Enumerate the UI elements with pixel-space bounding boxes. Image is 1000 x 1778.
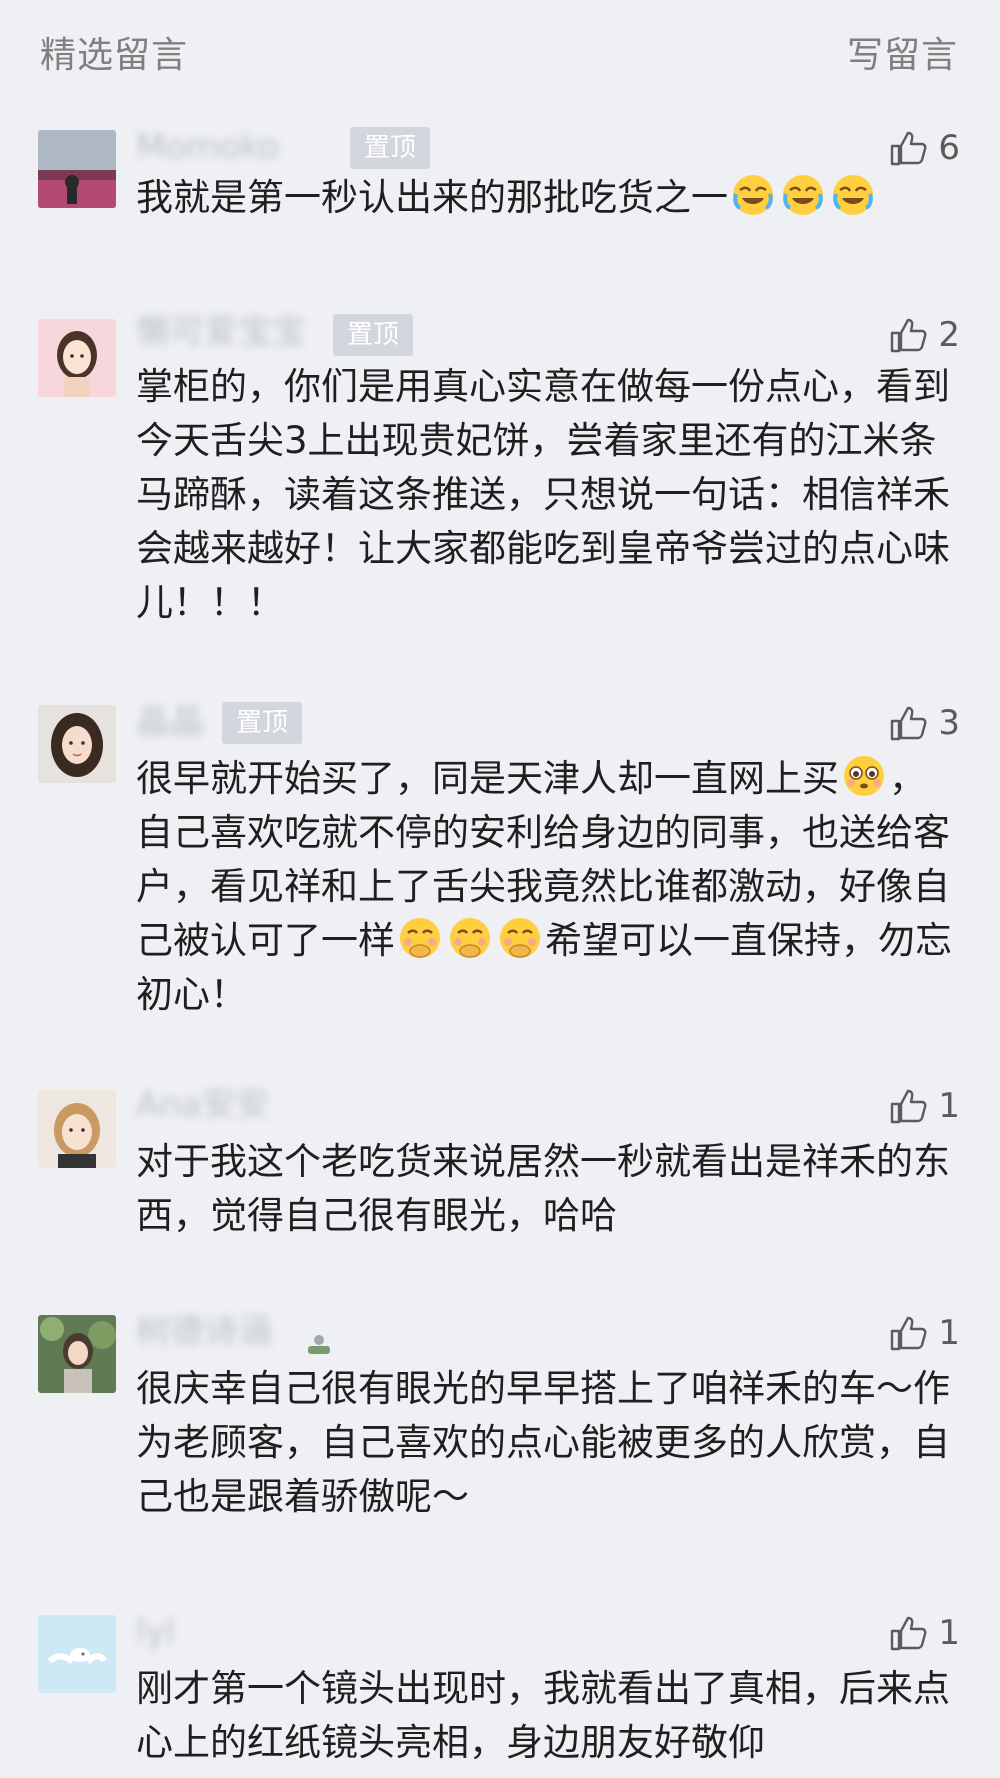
commenter-name: 懒可爱宝宝 (136, 312, 306, 352)
pinned-badge: 置顶 (350, 127, 431, 169)
commenter-name: Ana安安 (136, 1085, 270, 1125)
giggle-emoji-icon (500, 918, 540, 958)
commenter-name-text: 树德诗涵 (136, 1312, 272, 1352)
commenter-name: 树德诗涵 (136, 1310, 272, 1354)
like-count: 1 (938, 1086, 960, 1126)
thumbs-up-icon (891, 1616, 927, 1651)
giggle-emoji-icon (400, 918, 440, 958)
avatar[interactable] (38, 1090, 116, 1168)
comment-text: 对于我这个老吃货来说居然一秒就看出是祥禾的东西，觉得自己很有眼光，哈哈 (136, 1140, 950, 1237)
avatar[interactable] (38, 1315, 116, 1393)
avatar[interactable] (38, 1615, 116, 1693)
thumbs-up-icon (891, 1089, 927, 1124)
like-button[interactable]: 1 (888, 1310, 960, 1356)
like-button[interactable]: 1 (888, 1610, 960, 1656)
comment-text-part: 我就是第一秒认出来的那批吃货之一 (136, 176, 728, 219)
laugh-cry-emoji-icon (833, 175, 873, 215)
comment-text: 我就是第一秒认出来的那批吃货之一 (136, 171, 960, 225)
flushed-emoji-icon (844, 756, 884, 796)
like-button[interactable]: 2 (888, 312, 960, 358)
like-button[interactable]: 1 (888, 1083, 960, 1129)
like-count: 3 (938, 703, 960, 743)
laugh-cry-emoji-icon (783, 175, 823, 215)
commenter-name: lyl (136, 1612, 176, 1652)
pinned-badge: 置顶 (222, 702, 303, 744)
commenter-name: Momoko (136, 127, 280, 167)
giggle-emoji-icon (450, 918, 490, 958)
like-button[interactable]: 3 (888, 700, 960, 746)
avatar[interactable] (38, 130, 116, 208)
thumbs-up-icon (891, 131, 927, 166)
like-count: 6 (938, 128, 960, 168)
thumbs-up-icon (891, 1316, 927, 1351)
like-count: 1 (938, 1613, 960, 1653)
laugh-cry-emoji-icon (733, 175, 773, 215)
like-count: 1 (938, 1313, 960, 1353)
decorative-badge-icon (308, 1335, 330, 1354)
thumbs-up-icon (891, 706, 927, 741)
like-count: 2 (938, 315, 960, 355)
commenter-name: 晶晶 (136, 702, 204, 742)
thumbs-up-icon (891, 318, 927, 353)
comment-text: 掌柜的，你们是用真心实意在做每一份点心，看到今天舌尖3上出现贵妃饼，尝着家里还有… (136, 365, 950, 624)
pinned-badge: 置顶 (333, 314, 414, 356)
avatar[interactable] (38, 705, 116, 783)
like-button[interactable]: 6 (888, 125, 960, 171)
comment-text: 很早就开始买了，同是天津人却一直网上买 ，自己喜欢吃就不停的安利给身边的同事，也送… (136, 752, 960, 1022)
comment-text: 刚才第一个镜头出现时，我就看出了真相，后来点心上的红纸镜头亮相，身边朋友好敬仰 (136, 1667, 950, 1764)
write-comment-button[interactable]: 写留言 (847, 26, 958, 78)
avatar[interactable] (38, 319, 116, 397)
comment-text: 很庆幸自己很有眼光的早早搭上了咱祥禾的车～作为老顾客，自己喜欢的点心能被更多的人… (136, 1367, 950, 1518)
comment-text-part: 很早就开始买了，同是天津人却一直网上买 (136, 757, 839, 800)
comments-header: 精选留言 写留言 (0, 0, 1000, 100)
featured-comments-title: 精选留言 (40, 35, 189, 76)
